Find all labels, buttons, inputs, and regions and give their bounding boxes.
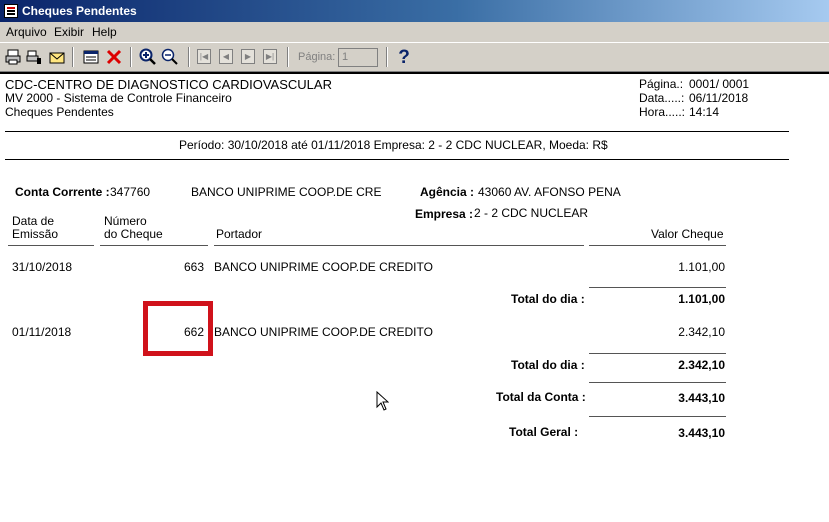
bank-name: BANCO UNIPRIME COOP.DE CRE [191, 185, 382, 199]
total-line [589, 416, 726, 417]
close-icon[interactable] [104, 47, 124, 67]
last-page-icon[interactable]: ▶| [263, 49, 277, 64]
row2-value: 2.342,10 [678, 325, 725, 339]
company-value: 2 - 2 CDC NUCLEAR [474, 206, 589, 220]
row1-total-label: Total do dia : [511, 292, 585, 306]
row1-number: 663 [183, 260, 204, 274]
system-name: MV 2000 - Sistema de Controle Financeiro [5, 91, 232, 105]
account-label: Conta Corrente : [15, 185, 110, 199]
toolbar: |◀ ◀ ▶ ▶| Página: 1 ? [0, 42, 829, 72]
print-setup-icon[interactable] [24, 47, 44, 67]
toolbar-separator [130, 47, 132, 67]
period-line: Período: 30/10/2018 até 01/11/2018 Empre… [179, 138, 608, 152]
col-bearer: Portador [216, 227, 263, 241]
time-value: 14:14 [689, 105, 720, 119]
subtotal-line [589, 287, 726, 288]
title-bar: Cheques Pendentes [0, 0, 829, 22]
toolbar-separator [188, 47, 190, 67]
page-number-value: 0001/ 0001 [689, 77, 750, 91]
total-line [589, 382, 726, 383]
row1-date: 31/10/2018 [12, 260, 73, 274]
row2-total-label: Total do dia : [511, 358, 585, 372]
col-date-line1: Data de [12, 214, 55, 228]
window-title: Cheques Pendentes [22, 4, 137, 18]
app-icon [4, 4, 18, 18]
menu-help[interactable]: Help [92, 25, 117, 39]
row1-total: 1.101,00 [678, 292, 725, 306]
export-icon[interactable] [81, 47, 101, 67]
company-label: Empresa : [415, 207, 474, 221]
header-underline [589, 245, 726, 246]
report-title: Cheques Pendentes [5, 105, 114, 119]
print-icon[interactable] [3, 47, 23, 67]
page-number-label: Página.: [639, 77, 684, 91]
toolbar-separator [287, 47, 289, 67]
divider [5, 131, 789, 132]
header-underline [100, 245, 208, 246]
header-underline [214, 245, 584, 246]
next-page-icon[interactable]: ▶ [241, 49, 255, 64]
row1-value: 1.101,00 [678, 260, 725, 274]
col-date-line2: Emissão [12, 227, 59, 241]
date-value: 06/11/2018 [689, 91, 749, 105]
row2-bearer: BANCO UNIPRIME COOP.DE CREDITO [214, 325, 433, 339]
header-underline [8, 245, 94, 246]
col-value: Valor Cheque [651, 227, 724, 241]
mail-icon[interactable] [47, 47, 67, 67]
highlight-box [143, 301, 213, 356]
report-preview: CDC-CENTRO DE DIAGNOSTICO CARDIOVASCULAR… [0, 72, 829, 522]
page-label: Página: [298, 51, 336, 63]
grand-total-label: Total Geral : [509, 425, 579, 439]
toolbar-separator [386, 47, 388, 67]
company-name: CDC-CENTRO DE DIAGNOSTICO CARDIOVASCULAR [5, 77, 332, 92]
account-total-label: Total da Conta : [496, 390, 586, 404]
prev-page-icon[interactable]: ◀ [219, 49, 233, 64]
row2-date: 01/11/2018 [12, 325, 72, 339]
toolbar-separator [72, 47, 74, 67]
account-value: 347760 [110, 185, 151, 199]
subtotal-line [589, 353, 726, 354]
agency-label: Agência : [420, 185, 475, 199]
grand-total: 3.443,10 [678, 426, 725, 440]
account-total: 3.443,10 [678, 391, 725, 405]
col-number-line2: do Cheque [104, 227, 163, 241]
mouse-cursor-icon [376, 390, 390, 416]
first-page-icon[interactable]: |◀ [197, 49, 211, 64]
row1-bearer: BANCO UNIPRIME COOP.DE CREDITO [214, 260, 433, 274]
row2-total: 2.342,10 [678, 358, 725, 372]
agency-value: 43060 AV. AFONSO PENA [478, 185, 621, 199]
zoom-out-icon[interactable] [160, 47, 180, 67]
time-label: Hora.....: [639, 105, 686, 119]
date-label: Data.....: [639, 91, 685, 105]
zoom-in-icon[interactable] [138, 47, 158, 67]
menu-arquivo[interactable]: Arquivo [6, 25, 47, 39]
divider [5, 159, 789, 160]
page-input[interactable]: 1 [338, 48, 378, 67]
menu-bar: Arquivo Exibir Help [0, 22, 829, 42]
help-icon[interactable]: ? [394, 47, 414, 67]
menu-exibir[interactable]: Exibir [54, 25, 84, 39]
col-number-line1: Número [104, 214, 147, 228]
